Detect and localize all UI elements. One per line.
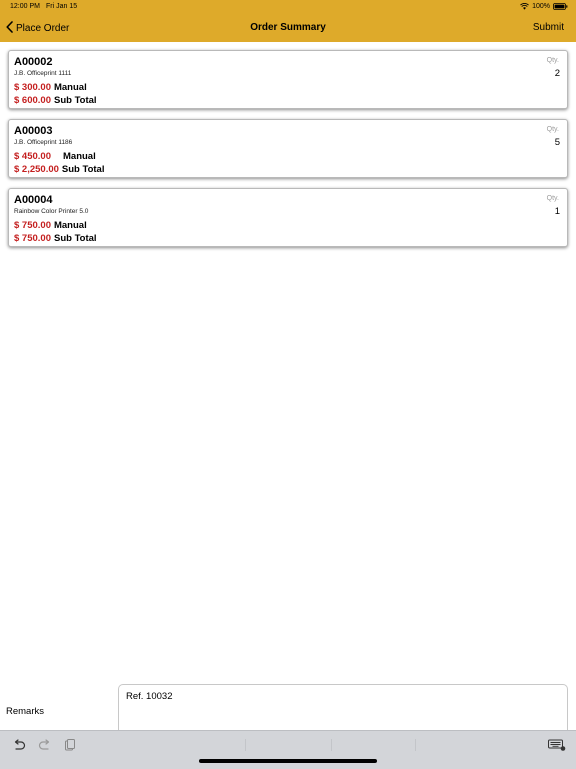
price-type: Manual — [53, 82, 87, 93]
back-button-label: Place Order — [16, 22, 70, 34]
unit-price: $ 300.00 — [14, 82, 51, 93]
item-description: J.B. Officeprint 1186 — [14, 139, 73, 146]
order-item-card[interactable]: A00003 J.B. Officeprint 1186 $ 450.00 Man… — [8, 119, 568, 178]
subtotal-row: $ 750.00 Sub Total — [14, 233, 97, 244]
toolbar-divider — [245, 739, 246, 751]
qty-label: Qty. — [546, 126, 559, 133]
remarks-label: Remarks — [6, 706, 45, 717]
home-indicator — [199, 759, 377, 763]
order-item-card[interactable]: A00004 Rainbow Color Printer 5.0 $ 750.0… — [8, 188, 568, 247]
qty-label: Qty. — [546, 195, 559, 202]
unit-price: $ 450.00 — [14, 151, 51, 162]
price-row: $ 450.00 Manual — [14, 151, 96, 162]
keyboard-shortcut-bar — [0, 730, 576, 769]
redo-icon[interactable] — [36, 737, 54, 753]
undo-icon[interactable] — [10, 737, 28, 753]
navigation-bar: 12:00 PM Fri Jan 15 100% Place Order Ord… — [0, 0, 576, 42]
subtotal-row: $ 600.00 Sub Total — [14, 95, 97, 106]
item-description: Rainbow Color Printer 5.0 — [14, 208, 89, 215]
subtotal-amount: $ 2,250.00 — [14, 164, 59, 175]
status-time: 12:00 PM — [10, 3, 40, 10]
item-code: A00003 — [14, 125, 53, 137]
item-code: A00002 — [14, 56, 53, 68]
subtotal-label: Sub Total — [53, 233, 97, 244]
qty-value: 5 — [554, 137, 560, 148]
price-type: Manual — [63, 151, 96, 162]
battery-icon — [553, 3, 568, 10]
toolbar-divider — [331, 739, 332, 751]
subtotal-row: $ 2,250.00 Sub Total — [14, 164, 104, 175]
qty-value: 1 — [554, 206, 560, 217]
paste-icon[interactable] — [61, 737, 79, 753]
status-indicators: 100% — [520, 3, 568, 10]
price-type: Manual — [53, 220, 87, 231]
price-row: $ 750.00 Manual — [14, 220, 87, 231]
price-row: $ 300.00 Manual — [14, 82, 87, 93]
subtotal-amount: $ 600.00 — [14, 95, 51, 106]
subtotal-label: Sub Total — [61, 164, 105, 175]
keyboard-icon[interactable] — [547, 737, 567, 753]
back-button[interactable]: Place Order — [6, 20, 69, 36]
wifi-icon — [520, 3, 529, 10]
order-item-card[interactable]: A00002 J.B. Officeprint 1111 $ 300.00 Man… — [8, 50, 568, 109]
chevron-left-icon — [6, 20, 13, 36]
battery-percent: 100% — [532, 3, 550, 10]
subtotal-label: Sub Total — [53, 95, 97, 106]
item-code: A00004 — [14, 194, 53, 206]
qty-label: Qty. — [546, 57, 559, 64]
page-title: Order Summary — [250, 22, 326, 33]
unit-price: $ 750.00 — [14, 220, 51, 231]
submit-button[interactable]: Submit — [533, 22, 564, 33]
qty-value: 2 — [554, 68, 560, 79]
order-list: A00002 J.B. Officeprint 1111 $ 300.00 Man… — [8, 50, 568, 257]
status-date: Fri Jan 15 — [46, 3, 78, 10]
item-description: J.B. Officeprint 1111 — [14, 70, 72, 77]
remarks-input[interactable] — [118, 684, 568, 730]
subtotal-amount: $ 750.00 — [14, 233, 51, 244]
toolbar-divider — [415, 739, 416, 751]
